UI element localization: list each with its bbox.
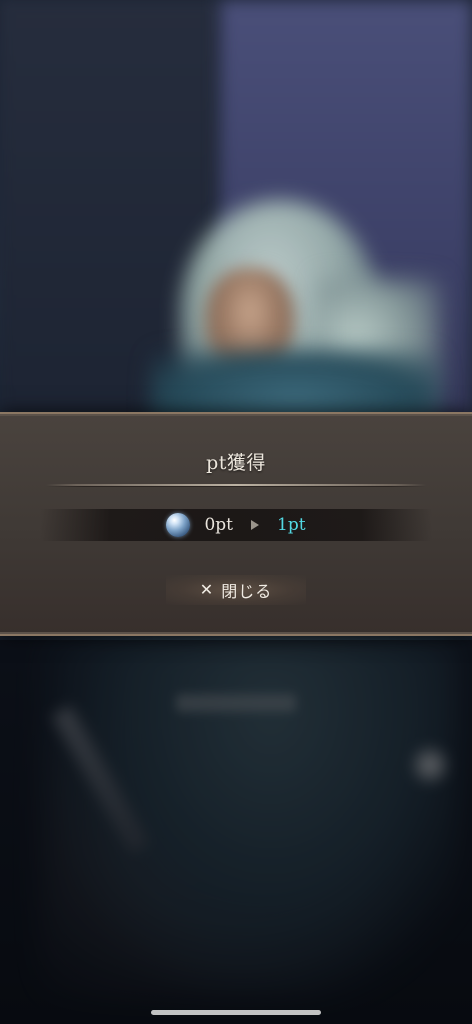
- home-indicator[interactable]: [151, 1010, 321, 1015]
- arrow-right-icon: [251, 520, 259, 530]
- close-button[interactable]: ✕ 閉じる: [166, 575, 306, 605]
- points-old-value: 0pt: [204, 515, 233, 535]
- background-dim-overlay: [0, 640, 472, 1024]
- points-new-value: 1pt: [277, 515, 306, 535]
- points-change-row: 0pt 1pt: [40, 509, 432, 541]
- title-divider: [46, 484, 426, 487]
- game-screen: pt獲得 0pt 1pt ✕ 閉じる: [0, 0, 472, 1024]
- dialog-title: pt獲得: [206, 452, 266, 474]
- close-x-icon: ✕: [199, 580, 214, 599]
- points-acquired-dialog: pt獲得 0pt 1pt ✕ 閉じる: [0, 412, 472, 636]
- close-button-label: 閉じる: [221, 582, 273, 601]
- globe-orb-icon: [166, 513, 191, 537]
